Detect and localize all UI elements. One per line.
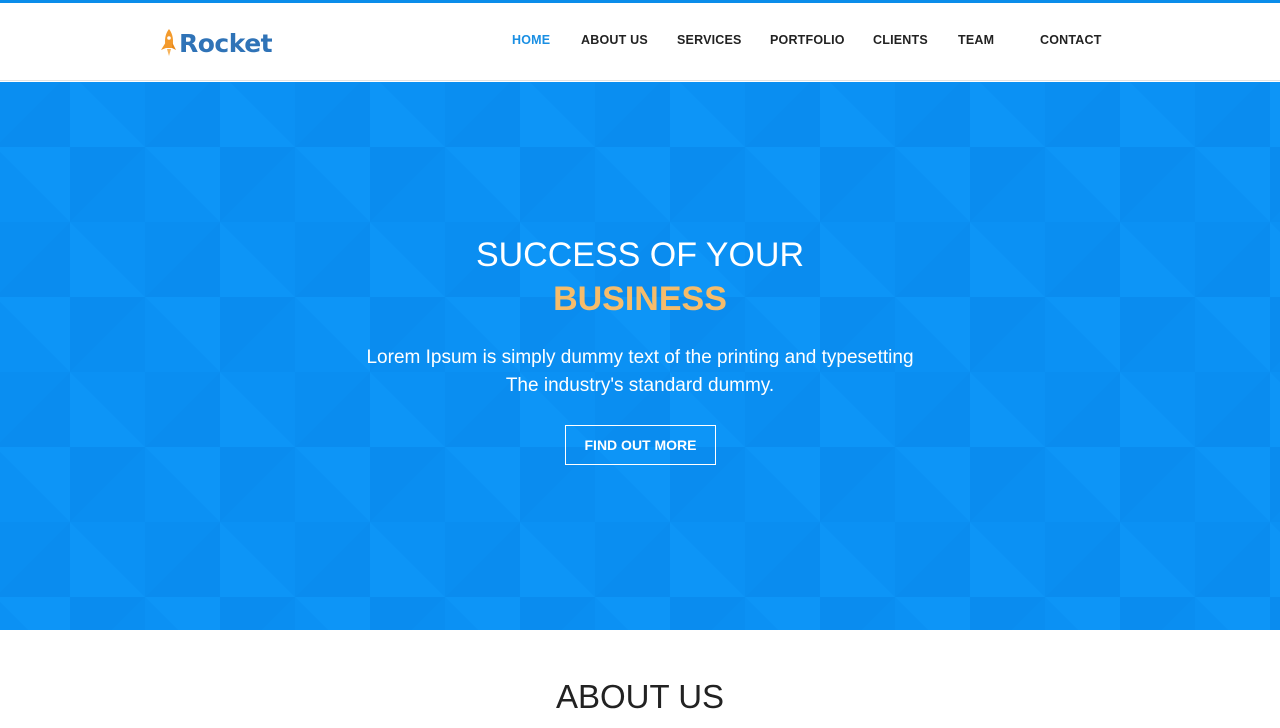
site-header: Rocket HOME ABOUT US SERVICES PORTFOLIO … bbox=[0, 3, 1280, 81]
nav-item-home[interactable]: HOME bbox=[512, 33, 550, 47]
hero-title-accent: BUSINESS bbox=[553, 280, 727, 318]
hero-content: SUCCESS OF YOUR BUSINESS Lorem Ipsum is … bbox=[0, 82, 1280, 630]
hero-description-line-1: Lorem Ipsum is simply dummy text of the … bbox=[366, 347, 914, 368]
nav-item-services[interactable]: SERVICES bbox=[677, 33, 742, 47]
nav-item-about-us[interactable]: ABOUT US bbox=[581, 33, 648, 47]
find-out-more-button[interactable]: FIND OUT MORE bbox=[565, 425, 716, 465]
hero-description: Lorem Ipsum is simply dummy text of the … bbox=[0, 344, 1280, 400]
hero-section: SUCCESS OF YOUR BUSINESS Lorem Ipsum is … bbox=[0, 82, 1280, 630]
nav-item-portfolio[interactable]: PORTFOLIO bbox=[770, 33, 845, 47]
nav-item-clients[interactable]: CLIENTS bbox=[873, 33, 928, 47]
nav-item-team[interactable]: TEAM bbox=[958, 33, 994, 47]
nav-item-contact[interactable]: CONTACT bbox=[1040, 33, 1102, 47]
main-nav: HOME ABOUT US SERVICES PORTFOLIO CLIENTS… bbox=[0, 3, 1280, 81]
about-section-title: ABOUT US bbox=[555, 678, 725, 715]
hero-description-line-2: The industry's standard dummy. bbox=[505, 375, 775, 396]
hero-title: SUCCESS OF YOUR bbox=[475, 236, 805, 274]
